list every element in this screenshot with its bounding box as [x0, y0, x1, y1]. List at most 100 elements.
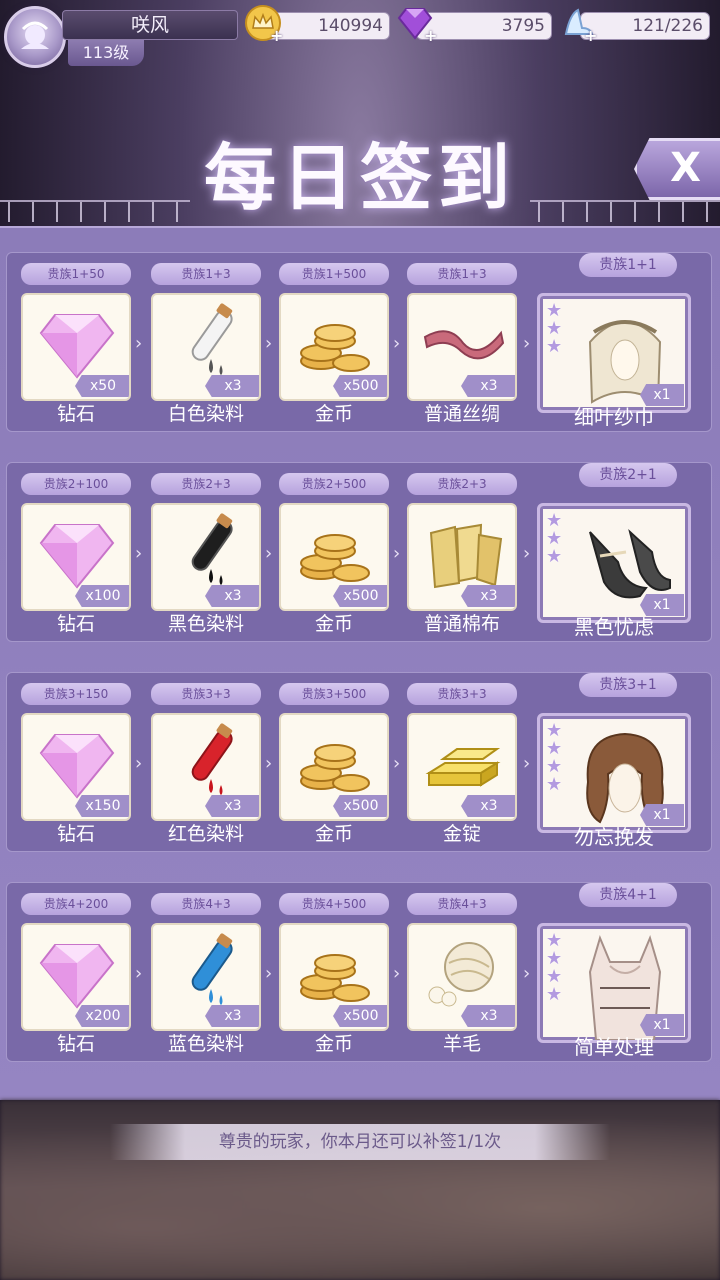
item-count: x500 [333, 375, 387, 397]
item-name: 金币 [314, 613, 353, 635]
final-reward-clothing[interactable]: ★ ★ ★ ★ x1 [537, 713, 691, 833]
star-rating: ★ ★ ★ ★ [546, 932, 566, 1004]
reward-item-white-dye[interactable]: x3 [151, 293, 261, 401]
item-count: x500 [333, 585, 387, 607]
page-title: 每日签到 [203, 135, 516, 220]
chevron-right-icon: › [523, 333, 531, 354]
item-count: x3 [205, 375, 259, 397]
reward-item-gold-coins[interactable]: x500 [279, 503, 389, 611]
item-name: 红色染料 [167, 823, 244, 845]
gold-coins-icon [300, 534, 370, 582]
reward-item-diamond[interactable]: x150 [21, 713, 131, 821]
item-count: x500 [333, 795, 387, 817]
add-gold-button[interactable]: + [270, 28, 286, 44]
star-icon: ★ [546, 984, 563, 1005]
item-name: 钻石 [56, 403, 95, 425]
tier-tab: 贵族1+1 [579, 253, 677, 277]
star-icon: ★ [546, 546, 563, 567]
wool-icon [428, 942, 494, 1007]
sign-in-row-3: 贵族3+150 x150 钻石 › 贵族3+3 x3 红色染料 › 贵族3+50… [6, 672, 712, 852]
gold-ingot-icon [425, 748, 501, 787]
tier-tab: 贵族2+3 [151, 473, 261, 495]
item-name: 勿忘挽发 [574, 825, 654, 849]
reward-item-gold-coins[interactable]: x500 [279, 923, 389, 1031]
tier-tab: 贵族2+500 [279, 473, 389, 495]
diamond-icon [39, 734, 115, 799]
reward-item-gold-coins[interactable]: x500 [279, 293, 389, 401]
tier-tab: 贵族3+1 [579, 673, 677, 697]
chevron-right-icon: › [135, 963, 143, 984]
add-diamond-button[interactable]: + [424, 28, 440, 44]
reward-item-diamond[interactable]: x200 [21, 923, 131, 1031]
silk-icon [423, 330, 505, 360]
chevron-right-icon: › [135, 543, 143, 564]
reward-item-gold-coins[interactable]: x500 [279, 713, 389, 821]
cotton-icon [429, 523, 503, 589]
reward-item-blue-dye[interactable]: x3 [151, 923, 261, 1031]
blue-dye-icon [191, 933, 233, 1005]
item-name: 细叶纱巾 [574, 405, 654, 429]
gold-coins-icon [300, 954, 370, 1002]
black-dye-icon [191, 513, 233, 585]
close-button[interactable]: X [634, 138, 720, 200]
item-name: 羊毛 [442, 1033, 481, 1055]
add-stamina-button[interactable]: + [584, 28, 600, 44]
player-avatar[interactable] [4, 6, 66, 68]
makeup-sign-in-message: 尊贵的玩家，你本月还可以补签1/1次 [110, 1124, 610, 1160]
tier-tab: 贵族3+3 [407, 683, 517, 705]
item-name: 钻石 [56, 1033, 95, 1055]
item-count: x50 [75, 375, 129, 397]
gold-coins-icon [300, 744, 370, 792]
reward-item-diamond[interactable]: x50 [21, 293, 131, 401]
star-rating: ★ ★ ★ [546, 302, 566, 356]
avatar-crest-icon [21, 21, 49, 49]
reward-item-silk[interactable]: x3 [407, 293, 517, 401]
chevron-right-icon: › [265, 543, 273, 564]
diamond-icon [39, 524, 115, 589]
gold-coins-icon [300, 324, 370, 372]
chevron-right-icon: › [265, 333, 273, 354]
reward-item-black-dye[interactable]: x3 [151, 503, 261, 611]
reward-item-gold-ingot[interactable]: x3 [407, 713, 517, 821]
star-icon: ★ [546, 774, 563, 795]
item-name: 金币 [314, 823, 353, 845]
item-count: x150 [75, 795, 129, 817]
final-reward-clothing[interactable]: ★ ★ ★ x1 [537, 293, 691, 413]
item-count: x3 [461, 375, 515, 397]
tier-tab: 贵族1+3 [407, 263, 517, 285]
item-count: x3 [205, 1005, 259, 1027]
chevron-right-icon: › [523, 543, 531, 564]
reward-item-wool[interactable]: x3 [407, 923, 517, 1031]
item-count: x3 [461, 1005, 515, 1027]
reward-item-diamond[interactable]: x100 [21, 503, 131, 611]
item-name: 简单处理 [574, 1035, 654, 1059]
sign-in-row-4: 贵族4+200 x200 钻石 › 贵族4+3 x3 蓝色染料 › 贵族4+50… [6, 882, 712, 1062]
final-reward-clothing[interactable]: ★ ★ ★ x1 [537, 503, 691, 623]
item-name: 黑色染料 [167, 613, 244, 635]
tier-tab: 贵族3+150 [21, 683, 131, 705]
tier-tab: 贵族2+1 [579, 463, 677, 487]
tier-tab: 贵族2+100 [21, 473, 131, 495]
sign-in-row-1: 贵族1+50 x50 钻石 › 贵族1+3 x3 白色染料 › 贵族1+500 [6, 252, 712, 432]
reward-item-red-dye[interactable]: x3 [151, 713, 261, 821]
item-count: x3 [205, 585, 259, 607]
sign-in-panel: 贵族1+50 x50 钻石 › 贵族1+3 x3 白色染料 › 贵族1+500 [0, 226, 720, 1100]
item-name: 钻石 [56, 823, 95, 845]
chevron-right-icon: › [523, 963, 531, 984]
white-dye-icon [191, 303, 233, 375]
item-name: 普通棉布 [423, 613, 500, 635]
reward-item-cotton[interactable]: x3 [407, 503, 517, 611]
final-reward-clothing[interactable]: ★ ★ ★ ★ x1 [537, 923, 691, 1043]
tier-tab: 贵族2+3 [407, 473, 517, 495]
tier-tab: 贵族1+500 [279, 263, 389, 285]
chevron-right-icon: › [135, 333, 143, 354]
sign-in-row-2: 贵族2+100 x100 钻石 › 贵族2+3 x3 黑色染料 › 贵族2+50… [6, 462, 712, 642]
chevron-right-icon: › [393, 963, 401, 984]
tier-tab: 贵族4+500 [279, 893, 389, 915]
chevron-right-icon: › [393, 543, 401, 564]
tier-tab: 贵族3+500 [279, 683, 389, 705]
item-name: 钻石 [56, 613, 95, 635]
chevron-right-icon: › [135, 753, 143, 774]
item-count: x3 [461, 795, 515, 817]
tier-tab: 贵族4+1 [579, 883, 677, 907]
